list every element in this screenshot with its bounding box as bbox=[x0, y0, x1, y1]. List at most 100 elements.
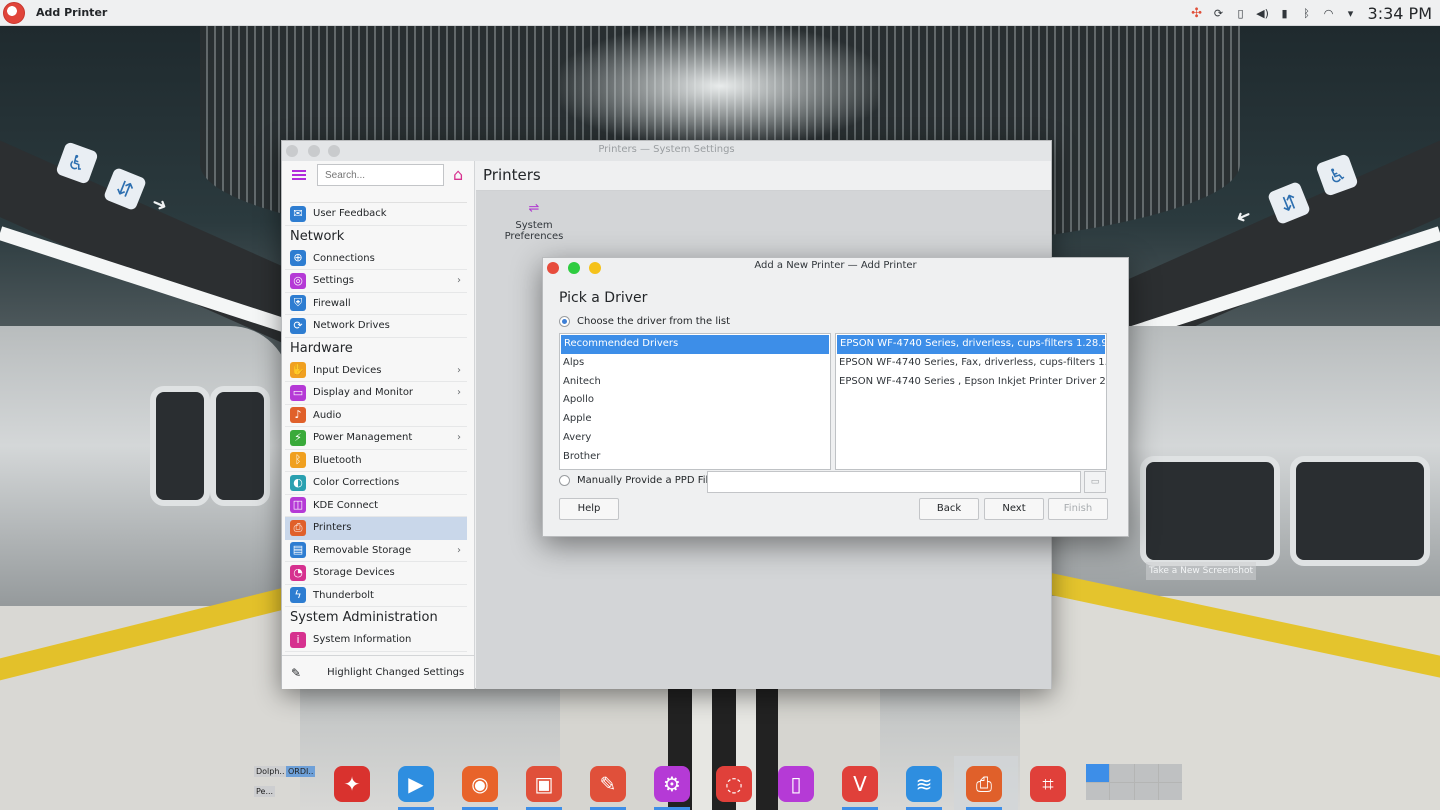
driver-list[interactable]: EPSON WF-4740 Series, driverless, cups-f… bbox=[835, 333, 1107, 470]
ppd-file-input[interactable] bbox=[707, 471, 1081, 493]
expand-tray-icon[interactable]: ▾ bbox=[1340, 0, 1362, 26]
list-item[interactable]: Apple bbox=[560, 410, 830, 429]
next-button[interactable]: Next bbox=[984, 498, 1044, 520]
sidebar-item-power-management[interactable]: ⚡ Power Management › bbox=[285, 427, 467, 450]
sidebar-item-thunderbolt[interactable]: ϟ Thunderbolt bbox=[285, 585, 467, 607]
dock: Dolph.. ORDI.. Pe... ✦ ▶ ◉ ▣ ✎ ⚙ ◌ ▯ V ≋ ⎙ ⌗ bbox=[250, 756, 1190, 810]
home-icon[interactable]: ⌂ bbox=[453, 166, 471, 184]
manufacturer-list[interactable]: Recommended Drivers Alps Anitech Apollo Appl… bbox=[559, 333, 831, 470]
dock-item[interactable]: ⎙ bbox=[962, 762, 1006, 810]
sidebar-item-bluetooth[interactable]: ᛒ Bluetooth bbox=[285, 450, 467, 472]
sidebar-item-network-drives[interactable]: ⟳ Network Drives bbox=[285, 315, 467, 338]
desktop-4[interactable] bbox=[1158, 764, 1182, 782]
list-item[interactable]: Avery bbox=[560, 429, 830, 448]
desktop-2[interactable] bbox=[1110, 764, 1134, 782]
list-item[interactable]: Recommended Drivers bbox=[561, 335, 829, 354]
sidebar-item-connections[interactable]: ⊕ Connections bbox=[285, 248, 467, 270]
feedback-icon: ✉ bbox=[290, 205, 306, 222]
wifi-icon[interactable]: ◠ bbox=[1318, 0, 1340, 26]
sidebar-item-settings[interactable]: ◎ Settings › bbox=[285, 270, 467, 293]
desktop-6[interactable] bbox=[1110, 782, 1134, 800]
finish-button[interactable]: Finish bbox=[1048, 498, 1108, 520]
desktop-5[interactable] bbox=[1086, 782, 1110, 800]
dock-item[interactable]: ✎ bbox=[586, 762, 630, 810]
list-item[interactable]: Alps bbox=[560, 354, 830, 373]
dialog-titlebar[interactable]: Add a New Printer — Add Printer bbox=[543, 258, 1128, 277]
bluetooth-icon: ᛒ bbox=[290, 452, 306, 469]
highlight-changed-settings-button[interactable]: ✎ Highlight Changed Settings bbox=[282, 655, 475, 689]
dock-item[interactable]: V bbox=[838, 762, 882, 810]
sidebar-item-firewall[interactable]: ⛨ Firewall bbox=[285, 293, 467, 315]
sidebar-item-display-and-monitor[interactable]: ▭ Display and Monitor › bbox=[285, 382, 467, 405]
color-corrections-icon: ◐ bbox=[290, 474, 306, 491]
sidebar-item-input-devices[interactable]: ✋ Input Devices › bbox=[285, 360, 467, 382]
sidebar-item-removable-storage[interactable]: ▤ Removable Storage › bbox=[285, 540, 467, 562]
sidebar-item-label: Connections bbox=[313, 252, 375, 264]
sidebar-item-color-corrections[interactable]: ◐ Color Corrections bbox=[285, 472, 467, 495]
task-preview-dolphin[interactable]: Dolph.. bbox=[254, 766, 287, 777]
manual-ppd-label: Manually Provide a PPD File: bbox=[577, 475, 718, 486]
sidebar-item-user-feedback[interactable]: ✉ User Feedback bbox=[285, 203, 467, 226]
task-previews[interactable]: Dolph.. ORDI.. Pe... bbox=[252, 764, 320, 804]
vivaldi-icon: V bbox=[842, 766, 878, 802]
hamburger-menu-icon[interactable] bbox=[292, 168, 308, 182]
system-preferences-button[interactable]: ⇌ System Preferences bbox=[488, 201, 580, 242]
task-preview-ordi[interactable]: ORDI.. bbox=[286, 766, 316, 777]
clipboard-icon[interactable]: ▯ bbox=[1230, 0, 1252, 26]
sidebar-item-kde-connect[interactable]: ◫ KDE Connect bbox=[285, 495, 467, 517]
dock-item[interactable]: ▣ bbox=[522, 762, 566, 810]
sidebar-item-label: Input Devices bbox=[313, 364, 382, 376]
list-item[interactable]: EPSON WF-4740 Series, Fax, driverless, c… bbox=[836, 354, 1106, 373]
desktop-8[interactable] bbox=[1158, 782, 1182, 800]
dock-item[interactable]: ≋ bbox=[902, 762, 946, 810]
dock-item[interactable]: ⚙ bbox=[650, 762, 694, 810]
input-devices-icon: ✋ bbox=[290, 362, 306, 379]
clock[interactable]: 3:34 PM bbox=[1368, 4, 1432, 23]
dolphin-files-icon: ▣ bbox=[526, 766, 562, 802]
radio-button[interactable] bbox=[559, 316, 570, 327]
task-preview-pe[interactable]: Pe... bbox=[254, 786, 276, 797]
dock-item[interactable]: ▶ bbox=[394, 762, 438, 810]
browse-folder-icon[interactable]: ▭ bbox=[1084, 471, 1106, 493]
back-button[interactable]: Back bbox=[919, 498, 979, 520]
dock-item[interactable]: ◌ bbox=[712, 762, 756, 806]
radio-button[interactable] bbox=[559, 475, 570, 486]
kde-connect-icon: ▯ bbox=[778, 766, 814, 802]
dock-item[interactable]: ⌗ bbox=[1026, 762, 1070, 806]
dock-item[interactable]: ▯ bbox=[774, 762, 818, 806]
update-icon[interactable]: ⟳ bbox=[1208, 0, 1230, 26]
thunderbolt-icon: ϟ bbox=[290, 587, 306, 604]
dock-item[interactable]: ✦ bbox=[330, 762, 374, 806]
sidebar-item-label: Power Management bbox=[313, 432, 413, 444]
list-item[interactable]: EPSON WF-4740 Series , Epson Inkjet Prin… bbox=[836, 373, 1106, 392]
settings-titlebar[interactable]: Printers — System Settings bbox=[282, 141, 1051, 161]
desktop-3[interactable] bbox=[1134, 764, 1158, 782]
list-item[interactable]: Apollo bbox=[560, 391, 830, 410]
network-hub-icon[interactable]: ✣ bbox=[1186, 0, 1208, 26]
sidebar-item-printers[interactable]: ⎙ Printers bbox=[285, 517, 467, 540]
app-launcher-icon: ✦ bbox=[334, 766, 370, 802]
sidebar-item-storage-devices[interactable]: ◔ Storage Devices bbox=[285, 562, 467, 585]
desktop-1[interactable] bbox=[1086, 764, 1110, 782]
sidebar-item-system-information[interactable]: i System Information bbox=[285, 629, 467, 652]
add-printer-dialog: Add a New Printer — Add Printer Pick a D… bbox=[542, 257, 1129, 537]
list-item[interactable]: Anitech bbox=[560, 373, 830, 392]
info-icon: i bbox=[290, 631, 306, 648]
manual-ppd-radio[interactable]: Manually Provide a PPD File: bbox=[559, 475, 718, 486]
list-item[interactable]: Brother bbox=[560, 448, 830, 467]
search-input[interactable] bbox=[317, 164, 444, 186]
battery-icon[interactable]: ▮ bbox=[1274, 0, 1296, 26]
choose-from-list-radio[interactable]: Choose the driver from the list bbox=[559, 316, 730, 327]
list-item[interactable]: EPSON WF-4740 Series, driverless, cups-f… bbox=[837, 335, 1105, 354]
desktop-7[interactable] bbox=[1134, 782, 1158, 800]
removable-storage-icon: ▤ bbox=[290, 542, 306, 559]
help-button[interactable]: Help bbox=[559, 498, 619, 520]
app-menu-logo-icon[interactable] bbox=[3, 1, 25, 24]
chevron-right-icon: › bbox=[457, 275, 461, 286]
volume-icon[interactable]: ◀) bbox=[1252, 0, 1274, 26]
bluetooth-icon[interactable]: ᛒ bbox=[1296, 0, 1318, 26]
sidebar-item-audio[interactable]: ♪ Audio bbox=[285, 405, 467, 427]
dock-item[interactable]: ◉ bbox=[458, 762, 502, 810]
virtual-desktop-pager[interactable] bbox=[1086, 764, 1182, 800]
dialog-heading: Pick a Driver bbox=[559, 290, 648, 306]
